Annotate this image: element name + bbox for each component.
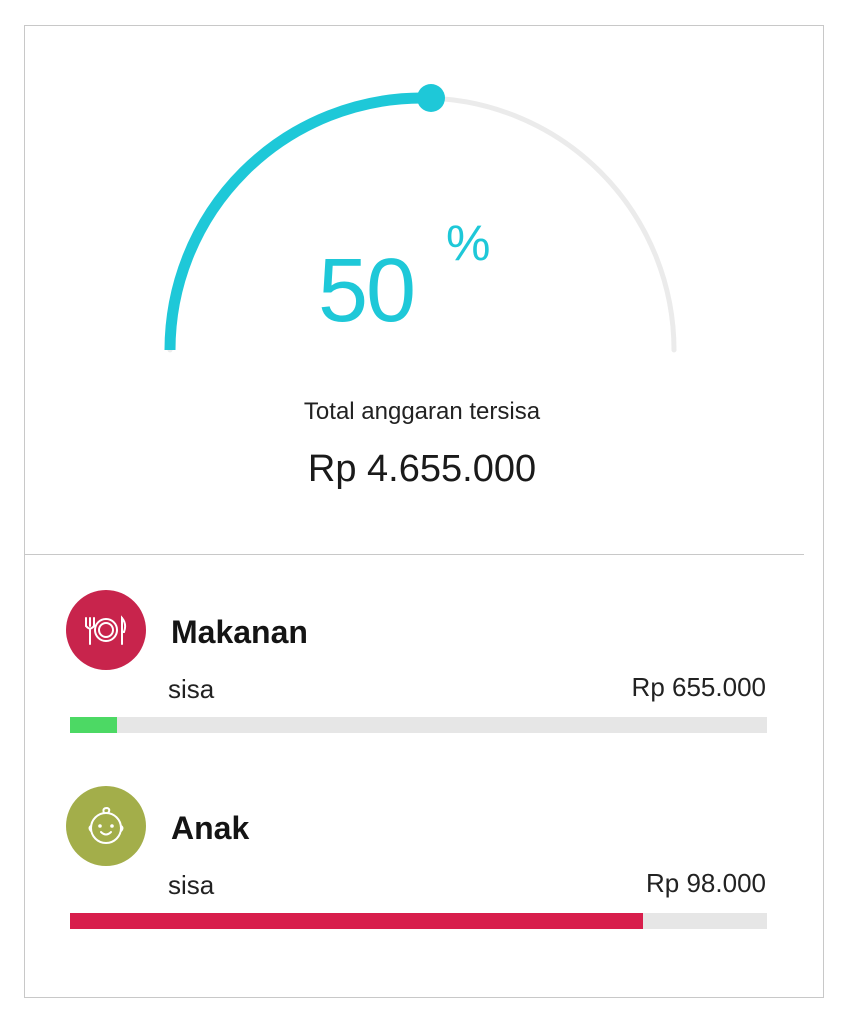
total-remaining-amount: Rp 4.655.000 bbox=[307, 448, 537, 490]
category-name: Makanan bbox=[171, 614, 308, 650]
total-remaining-label: Total anggaran tersisa bbox=[303, 398, 541, 425]
gauge-knob[interactable] bbox=[417, 84, 445, 112]
gauge-track bbox=[167, 95, 677, 353]
category-sisa-label: sisa bbox=[168, 674, 215, 704]
divider bbox=[25, 554, 804, 555]
percent-sign: % bbox=[446, 215, 491, 271]
baby-face-icon bbox=[66, 786, 146, 866]
category-item-anak[interactable]: Anak sisa Rp 98.000 bbox=[0, 786, 844, 936]
plate-cutlery-icon bbox=[66, 590, 146, 670]
percent-value: 50 bbox=[318, 241, 416, 341]
category-item-makanan[interactable]: Makanan sisa Rp 655.000 bbox=[0, 590, 844, 740]
category-sisa-label: sisa bbox=[168, 870, 215, 900]
category-progress-bar bbox=[70, 913, 767, 929]
category-progress-fill bbox=[70, 913, 643, 929]
category-progress-fill bbox=[70, 717, 118, 733]
category-name: Anak bbox=[171, 810, 250, 846]
category-remaining-amount: Rp 98.000 bbox=[646, 868, 766, 898]
category-progress-bar bbox=[70, 717, 767, 733]
category-remaining-amount: Rp 655.000 bbox=[631, 672, 766, 702]
